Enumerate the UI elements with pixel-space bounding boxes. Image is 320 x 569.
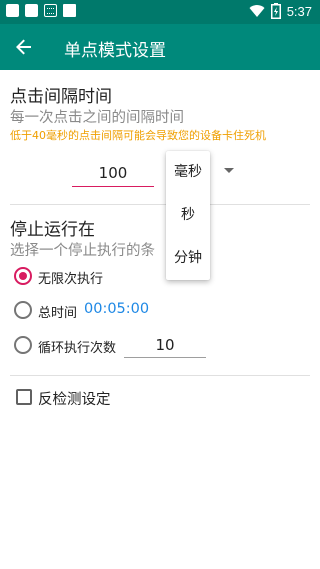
click-interval-warning: 低于40毫秒的点击间隔可能会导致您的设备卡住死机 (10, 129, 266, 142)
interval-input[interactable]: 100 (72, 160, 154, 187)
notification-icon (6, 4, 19, 17)
unit-dropdown-menu: 毫秒 秒 分钟 (166, 151, 210, 280)
status-left-icons (6, 4, 76, 17)
anti-detect-checkbox[interactable] (16, 389, 32, 405)
battery-icon (270, 3, 281, 19)
click-interval-subtitle: 每一次点击之间的间隔时间 (10, 110, 184, 126)
back-button[interactable] (10, 33, 38, 61)
divider (10, 204, 310, 205)
divider (10, 375, 310, 376)
loop-count-input[interactable]: 10 (124, 333, 206, 358)
radio-infinite[interactable] (14, 267, 32, 285)
notification-icon (25, 4, 38, 17)
radio-total-time-label[interactable]: 总时间 (38, 302, 77, 321)
arrow-back-icon (16, 39, 31, 55)
page-title: 单点模式设置 (64, 41, 166, 61)
radio-loop-count-label[interactable]: 循环执行次数 (38, 337, 116, 356)
menu-item-minute[interactable]: 分钟 (166, 237, 210, 279)
stop-running-subtitle: 选择一个停止执行的条 (10, 243, 155, 259)
radio-loop-count[interactable] (14, 336, 32, 354)
wifi-icon (249, 5, 265, 18)
status-right-icons: 5:37 (249, 3, 312, 19)
anti-detect-label[interactable]: 反检测设定 (38, 388, 111, 409)
book-icon (63, 4, 76, 17)
radio-total-time[interactable] (14, 301, 32, 319)
status-time: 5:37 (286, 3, 312, 19)
keyboard-icon (44, 4, 57, 17)
menu-item-millisecond[interactable]: 毫秒 (166, 151, 210, 193)
stop-running-title: 停止运行在 (10, 220, 95, 240)
click-interval-title: 点击间隔时间 (10, 87, 112, 107)
dropdown-arrow-icon[interactable] (224, 168, 234, 173)
total-time-value[interactable]: 00:05:00 (84, 301, 149, 317)
radio-infinite-label[interactable]: 无限次执行 (38, 268, 103, 287)
menu-item-second[interactable]: 秒 (166, 194, 210, 236)
app-bar: 单点模式设置 (0, 24, 320, 70)
status-bar: 5:37 (0, 0, 320, 24)
